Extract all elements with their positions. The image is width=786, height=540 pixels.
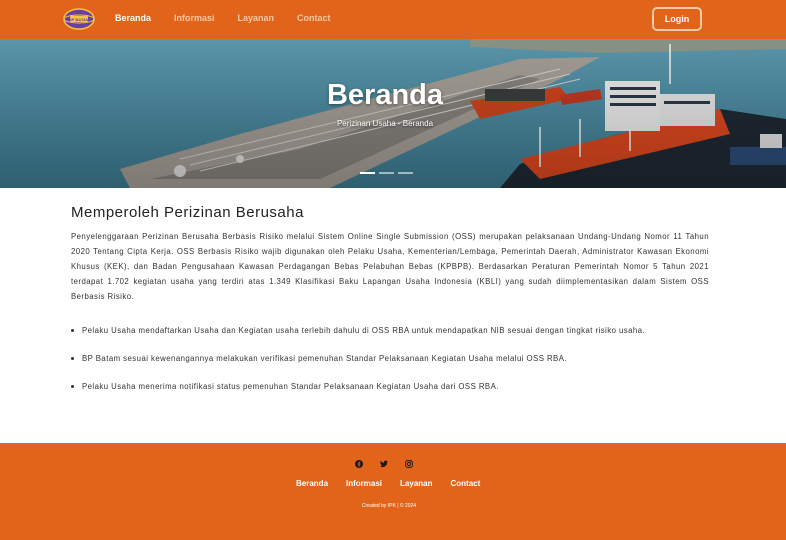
- carousel-indicator-3[interactable]: [398, 172, 413, 174]
- svg-text:BP BATAM: BP BATAM: [69, 17, 90, 22]
- list-item-text: BP Batam sesuai kewenangannya melakukan …: [82, 354, 567, 363]
- nav-link-layanan[interactable]: Layanan: [238, 13, 275, 23]
- bullet-icon: [71, 357, 74, 360]
- footer-link-beranda[interactable]: Beranda: [296, 479, 328, 488]
- page-heading: Memperoleh Perizinan Berusaha: [71, 204, 304, 221]
- list-item-text: Pelaku Usaha mendaftarkan Usaha dan Kegi…: [82, 326, 646, 335]
- hero-title: Beranda: [326, 79, 444, 111]
- list-item: Pelaku Usaha menerima notifikasi status …: [71, 382, 709, 392]
- carousel-indicator-2[interactable]: [379, 172, 394, 174]
- list-item: BP Batam sesuai kewenangannya melakukan …: [71, 354, 709, 364]
- intro-paragraph: Penyelenggaraan Perizinan Berusaha Berba…: [71, 232, 709, 301]
- footer-nav: Beranda Informasi Layanan Contact: [296, 479, 498, 488]
- main-content: Memperoleh Perizinan Berusaha Penyelengg…: [71, 204, 709, 410]
- carousel-indicator-1[interactable]: [360, 172, 375, 174]
- login-button[interactable]: Login: [652, 7, 702, 31]
- list-item: Pelaku Usaha mendaftarkan Usaha dan Kegi…: [71, 326, 709, 336]
- nav-link-informasi[interactable]: Informasi: [174, 13, 215, 23]
- footer-link-contact[interactable]: Contact: [451, 479, 481, 488]
- nav-link-beranda[interactable]: Beranda: [115, 13, 151, 23]
- instagram-icon[interactable]: [403, 458, 415, 470]
- hero-banner: Beranda Perizinan Usaha - Beranda: [0, 39, 786, 188]
- bp-batam-logo[interactable]: BP BATAM: [62, 6, 96, 32]
- harbor-photo: [0, 39, 786, 188]
- bullet-icon: [71, 385, 74, 388]
- bullet-icon: [71, 329, 74, 332]
- copyright-text: Created by IPK | © 2024: [361, 503, 417, 509]
- footer-link-informasi[interactable]: Informasi: [346, 479, 382, 488]
- main-nav: Beranda Informasi Layanan Contact: [115, 13, 354, 23]
- list-item-text: Pelaku Usaha menerima notifikasi status …: [82, 382, 499, 391]
- facebook-icon[interactable]: [353, 458, 365, 470]
- social-links: [353, 458, 415, 470]
- footer-link-layanan[interactable]: Layanan: [400, 479, 432, 488]
- steps-list: Pelaku Usaha mendaftarkan Usaha dan Kegi…: [71, 326, 709, 392]
- top-navbar: BP BATAM Beranda Informasi Layanan Conta…: [0, 0, 786, 39]
- breadcrumb: Perizinan Usaha - Beranda: [336, 119, 434, 128]
- carousel-indicators: [360, 172, 413, 174]
- site-footer: Beranda Informasi Layanan Contact Create…: [0, 443, 786, 540]
- twitter-icon[interactable]: [378, 458, 390, 470]
- nav-link-contact[interactable]: Contact: [297, 13, 331, 23]
